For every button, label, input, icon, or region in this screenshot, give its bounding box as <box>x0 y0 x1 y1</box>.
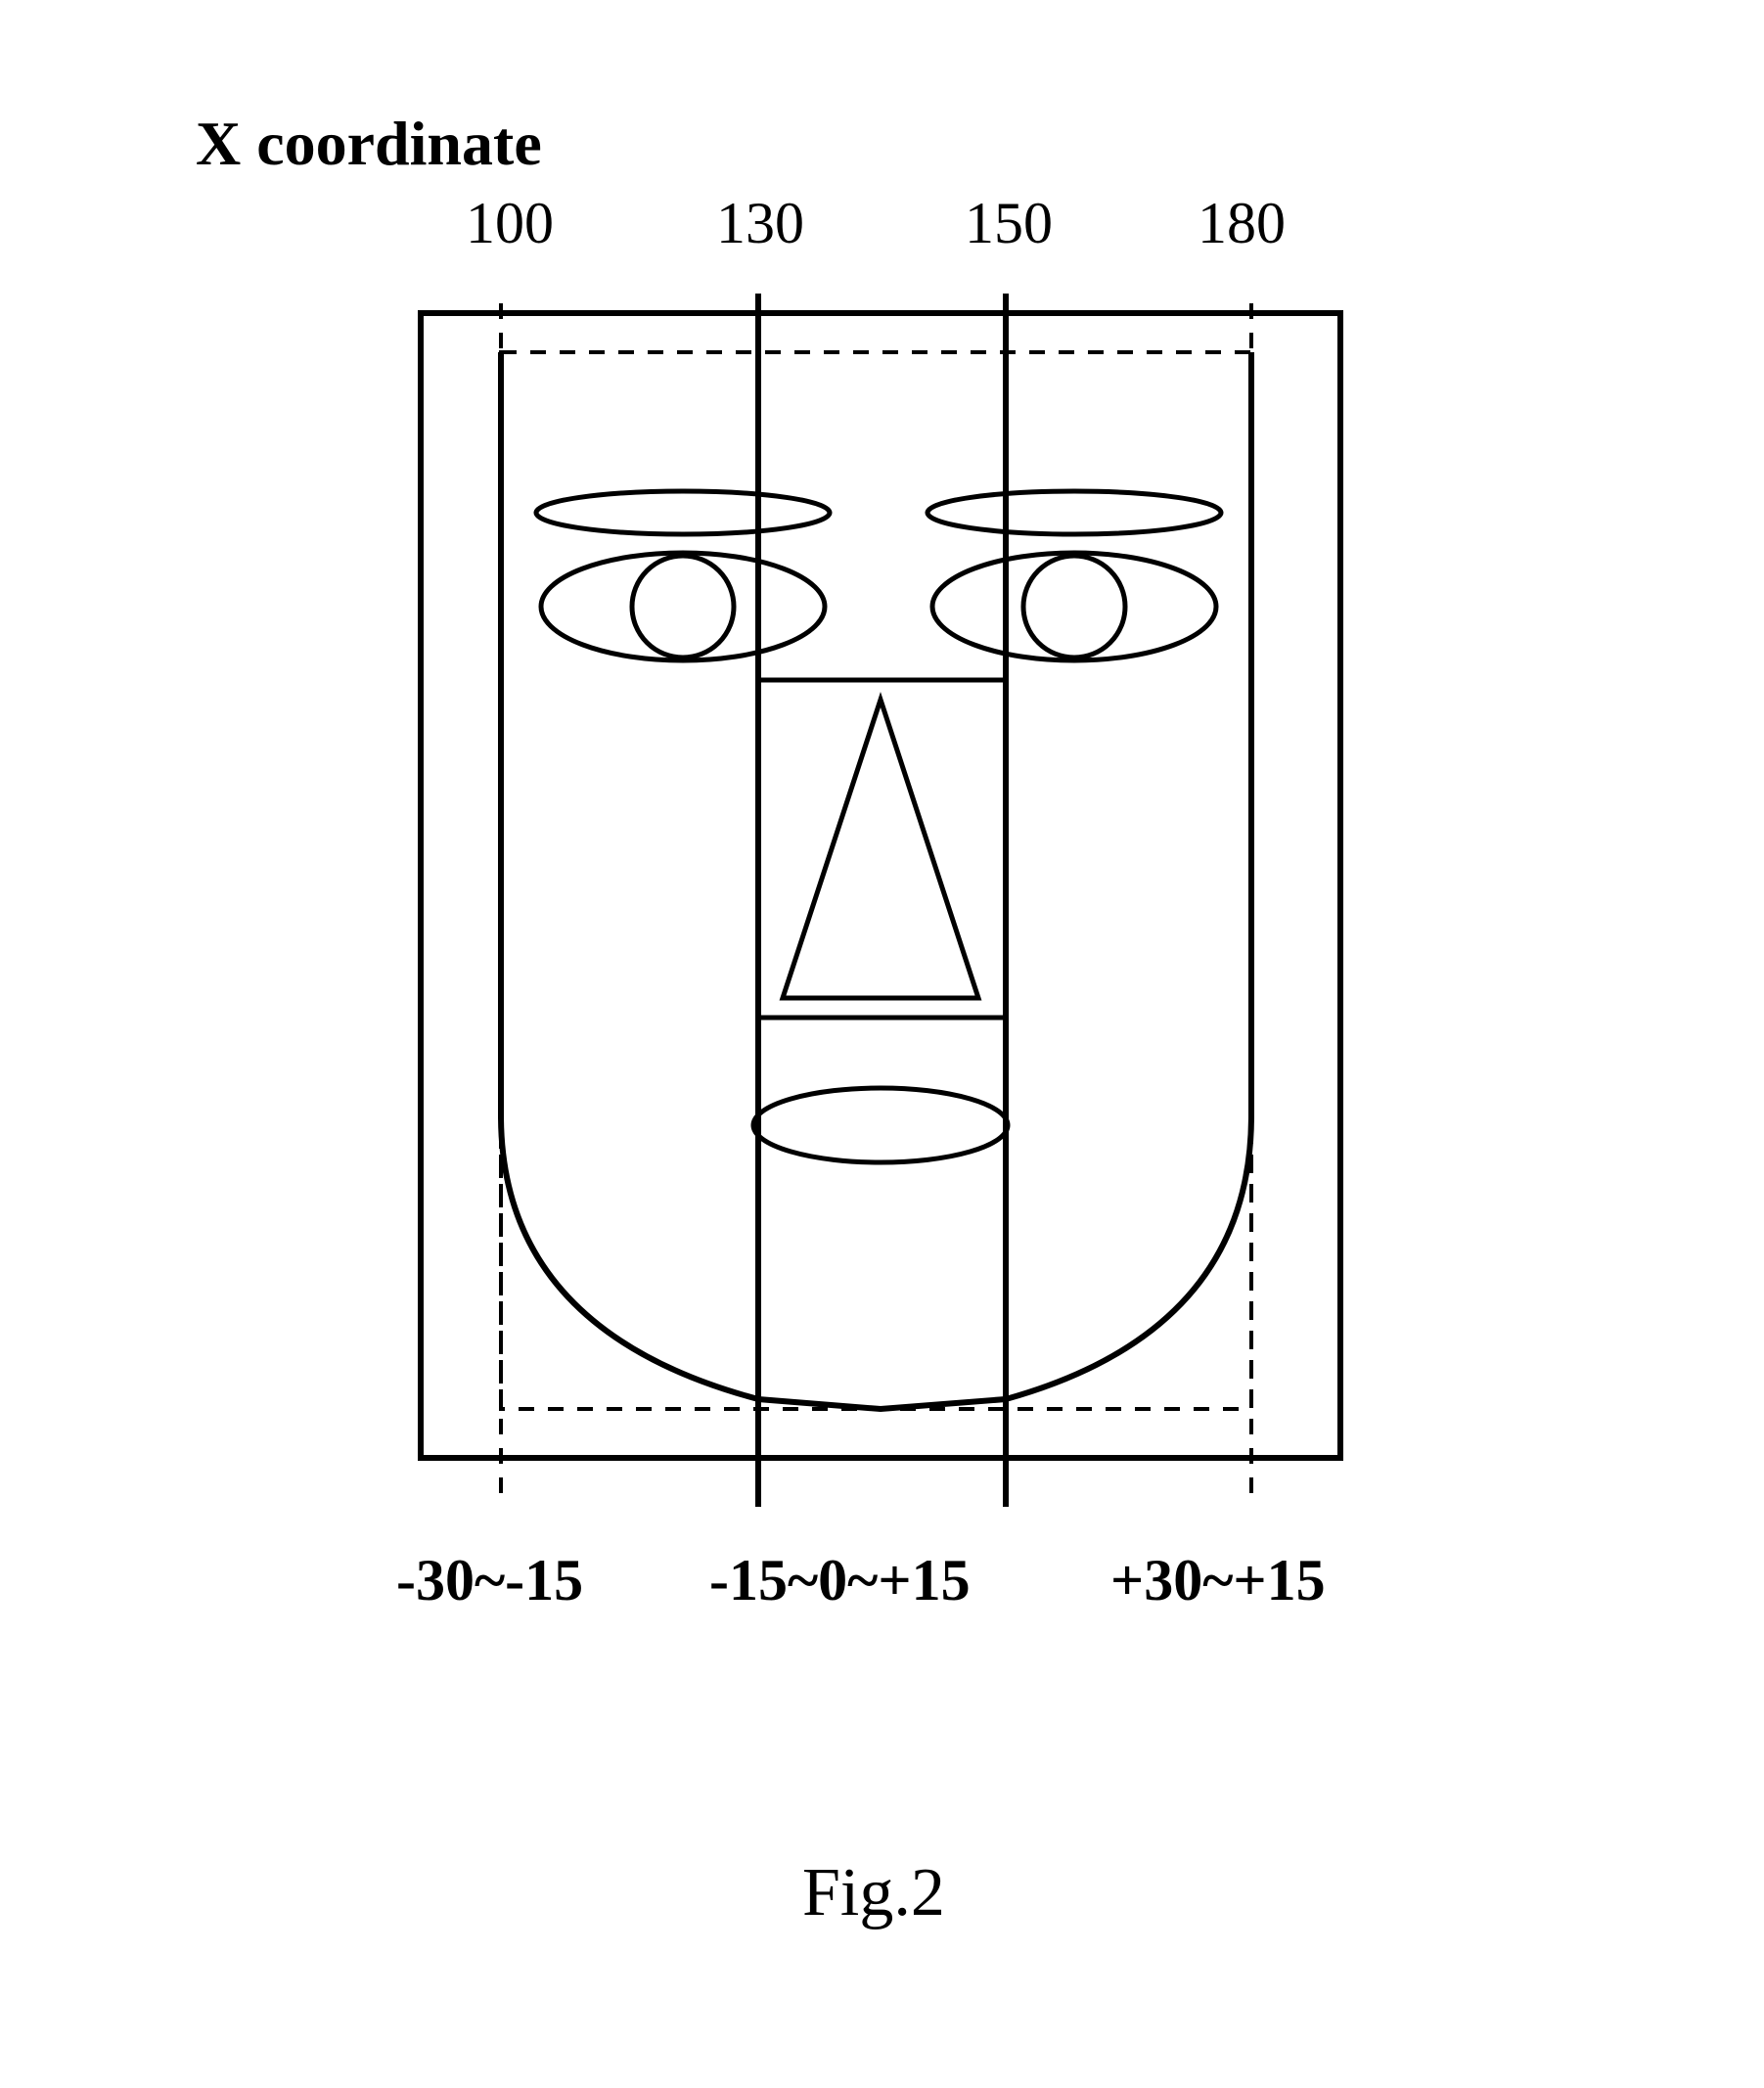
figure-caption: Fig.2 <box>802 1859 945 1928</box>
left-pupil <box>632 556 734 658</box>
right-eye <box>932 553 1216 660</box>
face-outline <box>501 352 1251 1409</box>
inner-dashed-frame <box>501 352 1251 1409</box>
xtick-130: 130 <box>716 194 804 252</box>
xtick-150: 150 <box>965 194 1053 252</box>
left-eye <box>541 553 825 660</box>
axis-title: X coordinate <box>196 113 542 175</box>
center-column <box>758 352 1006 1409</box>
nose-triangle <box>783 700 978 998</box>
right-eyebrow <box>927 491 1221 534</box>
page: X coordinate 100 130 150 180 -30~-15 -15… <box>0 0 1764 2088</box>
face-diagram <box>294 294 1468 1761</box>
xtick-180: 180 <box>1198 194 1286 252</box>
left-eyebrow <box>536 491 830 534</box>
right-pupil <box>1023 556 1125 658</box>
mouth <box>753 1088 1008 1162</box>
xtick-100: 100 <box>466 194 554 252</box>
